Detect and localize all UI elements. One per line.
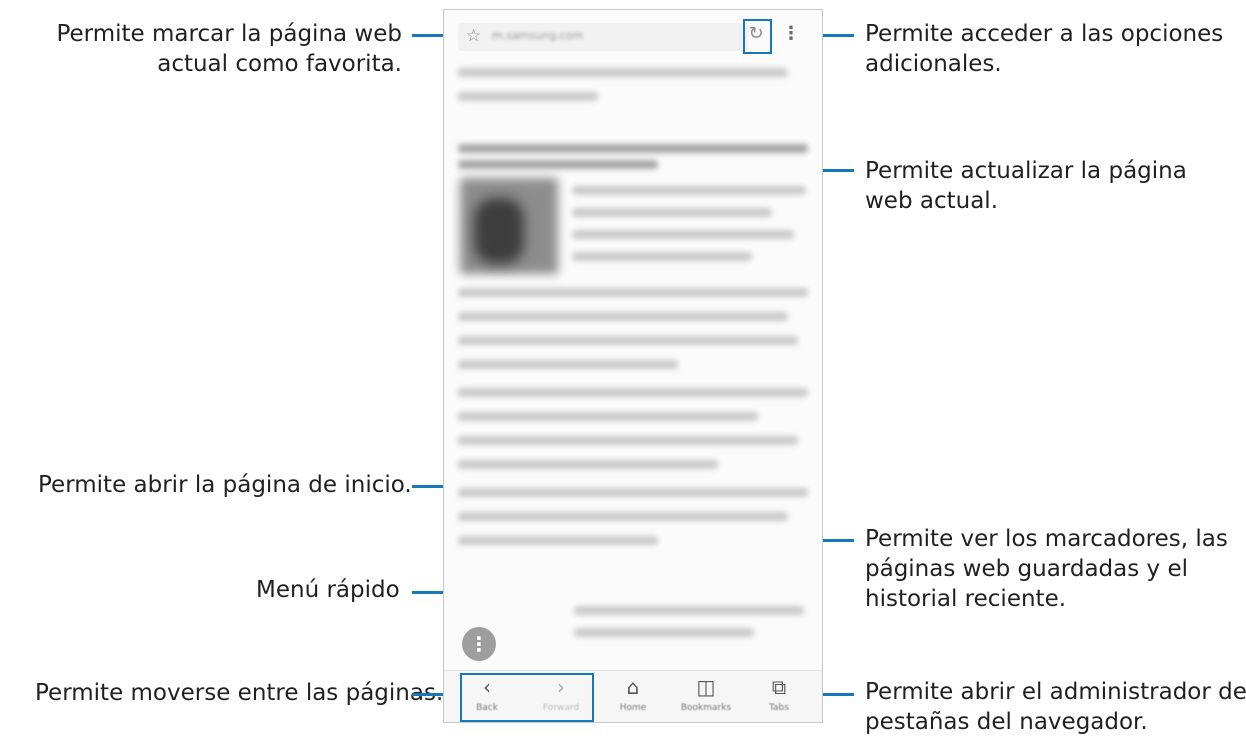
home-icon: ⌂ [626,675,640,699]
callout-refresh-text: Permite actualizar la página web actual. [865,156,1187,216]
article-image-subject [474,198,524,264]
browser-screen: ☆ m.samsung.com ↻ ⋮ ⋮ ‹ Back › Forward ⌂… [443,9,823,723]
content-blur-line [458,536,658,545]
address-bar[interactable]: ☆ m.samsung.com [458,23,748,51]
callout-tabs-line1: Permite abrir el administrador de [865,679,1246,705]
callout-bookmark-line1: Permite marcar la página web [56,21,402,47]
content-blur-line [572,208,772,217]
bookmarks-button[interactable]: ◫ Bookmarks [671,671,741,722]
content-blur-line [458,160,658,169]
home-label: Home [619,703,647,713]
back-forward-highlight [460,673,594,722]
tabs-label: Tabs [769,703,789,713]
web-content-blurred [444,58,822,658]
callout-more-options-text: Permite acceder a las opciones adicional… [865,19,1223,79]
tabs-button[interactable]: ⧉ Tabs [744,671,814,722]
callout-more-line1: Permite acceder a las opciones [865,21,1224,47]
callout-tabs-line2: pestañas del navegador. [865,709,1148,735]
callout-tabs-text: Permite abrir el administrador de pestañ… [865,677,1246,737]
callout-more-line2: adicionales. [865,51,1002,77]
callout-bookmark-text: Permite marcar la página web actual como… [56,19,402,79]
refresh-highlight [743,19,772,54]
content-blur-line [574,606,804,615]
callout-home-text: Permite abrir la página de inicio. [38,470,412,500]
home-button[interactable]: ⌂ Home [598,671,668,722]
url-text[interactable]: m.samsung.com [492,29,583,42]
content-blur-line [458,412,758,421]
content-blur-line [574,628,754,637]
content-blur-line [458,336,798,345]
callout-navigate-label: Permite moverse entre las páginas. [35,680,444,706]
star-icon[interactable]: ☆ [466,26,481,46]
callout-refresh-line2: web actual. [865,188,999,214]
callout-quickmenu-text: Menú rápido [256,575,400,605]
callout-navigate-text: Permite moverse entre las páginas. [35,678,443,708]
callout-bookmarks-line2: páginas web guardadas y el [865,556,1188,582]
content-blur-line [458,460,718,469]
content-blur-line [458,288,808,297]
callout-bookmark-line2: actual como favorita. [157,51,402,77]
callout-quickmenu-label: Menú rápido [256,577,400,603]
callout-bookmarks-line3: historial reciente. [865,586,1067,612]
callout-bookmarks-line1: Permite ver los marcadores, las [865,526,1228,552]
content-blur-line [572,230,794,239]
content-blur-line [458,436,798,445]
content-blur-line [458,92,598,101]
content-blur-line [572,186,806,195]
bookmarks-icon: ◫ [696,675,716,699]
content-blur-line [458,312,788,321]
callout-bookmarks-text: Permite ver los marcadores, las páginas … [865,524,1228,614]
tabs-icon: ⧉ [771,675,787,699]
bookmarks-label: Bookmarks [680,703,732,713]
content-blur-line [458,488,808,497]
callout-refresh-line1: Permite actualizar la página [865,158,1187,184]
content-blur-line [458,360,678,369]
callout-home-label: Permite abrir la página de inicio. [38,472,412,498]
content-blur-line [572,252,752,261]
more-options-icon[interactable]: ⋮ [782,22,800,46]
content-blur-line [458,388,808,397]
content-blur-line [458,512,788,521]
content-blur-line [458,144,808,153]
quick-menu-button[interactable]: ⋮ [462,627,496,661]
content-blur-line [458,68,788,77]
